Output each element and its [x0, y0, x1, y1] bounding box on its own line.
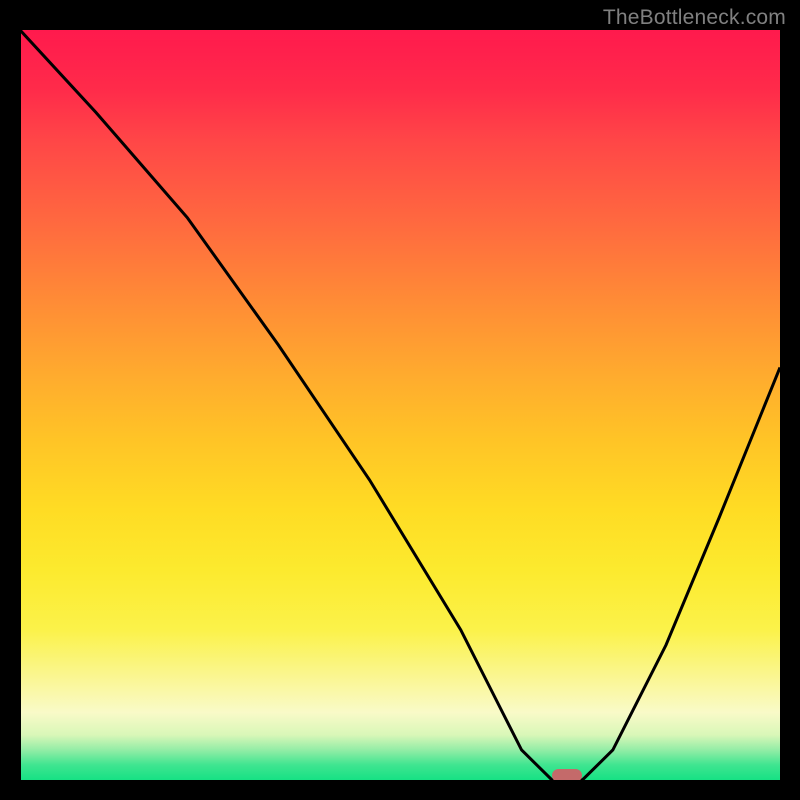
y-axis: [19, 30, 21, 782]
x-axis: [19, 780, 781, 782]
bottleneck-curve-path: [20, 30, 780, 780]
watermark-text: TheBottleneck.com: [603, 6, 786, 30]
chart-stage: TheBottleneck.com: [0, 0, 800, 800]
bottleneck-curve-svg: [20, 30, 780, 780]
